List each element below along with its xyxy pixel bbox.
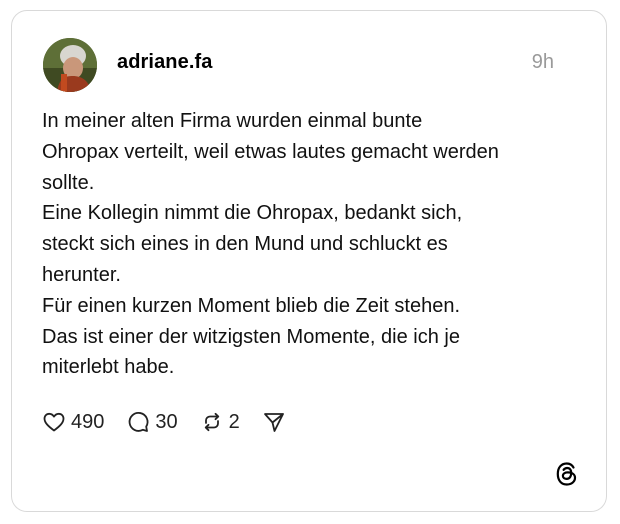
repost-button[interactable]: 2	[200, 410, 240, 434]
share-button[interactable]	[262, 410, 286, 434]
like-button[interactable]: 490	[42, 410, 104, 434]
reply-button[interactable]: 30	[126, 410, 178, 434]
repost-icon	[200, 410, 224, 434]
post-card: adriane.fa 9h In meiner alten Firma wurd…	[11, 10, 607, 512]
action-bar: 490 30 2	[42, 407, 308, 437]
post-text-line: Eine Kollegin nimmt die Ohropax, bedankt…	[42, 202, 463, 225]
post-text-line: In meiner alten Firma wurden einmal bunt…	[42, 110, 423, 132]
heart-icon	[42, 410, 66, 434]
repost-count: 2	[228, 410, 240, 433]
post-text-line: Ohropax verteilt, weil etwas lautes gema…	[42, 140, 499, 163]
post-text-line: herunter.	[42, 263, 121, 286]
like-count: 490	[71, 410, 105, 433]
post-text-line: miterlebt habe.	[42, 356, 175, 379]
post-text-line: sollte.	[42, 171, 95, 194]
post-text-line: steckt sich eines in den Mund und schluc…	[42, 233, 448, 256]
avatar[interactable]	[43, 38, 97, 92]
timestamp: 9h	[531, 51, 554, 73]
post-text-line: Für einen kurzen Moment blieb die Zeit s…	[42, 294, 460, 317]
paper-plane-icon	[262, 410, 286, 434]
threads-logo-icon	[554, 461, 580, 487]
post-text: In meiner alten Firma wurden einmal bunt…	[42, 106, 572, 383]
username[interactable]: adriane.fa	[117, 51, 212, 74]
post-text-line: Das ist einer der witzigsten Momente, di…	[42, 325, 460, 348]
reply-count: 30	[155, 410, 178, 433]
speech-bubble-icon	[126, 410, 150, 434]
avatar-photo	[43, 38, 97, 92]
